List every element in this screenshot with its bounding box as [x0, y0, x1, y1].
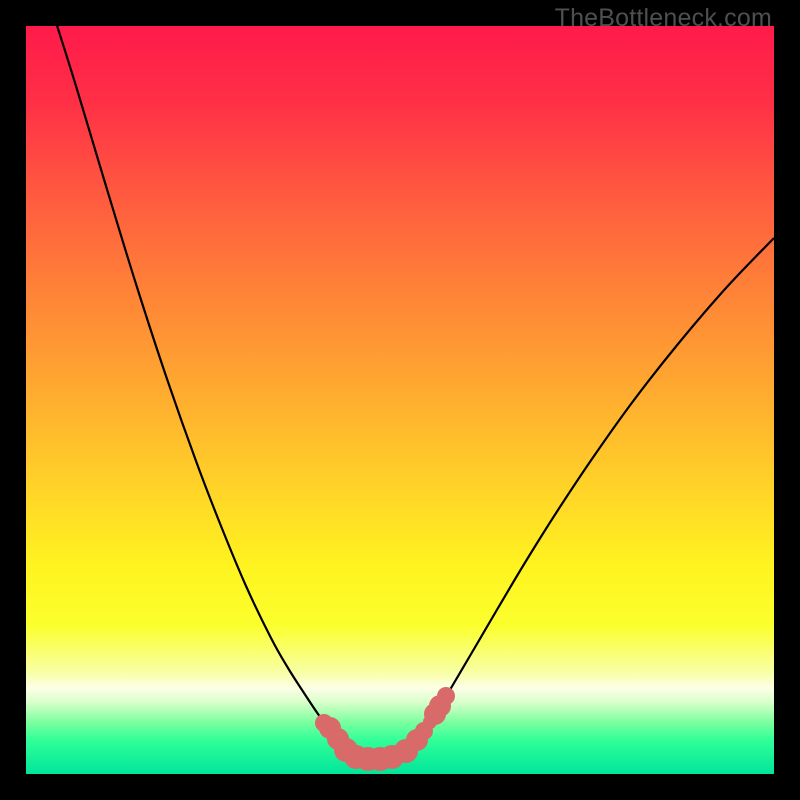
chart-svg	[26, 26, 774, 774]
curve-markers	[315, 687, 455, 771]
watermark-text: TheBottleneck.com	[555, 4, 772, 33]
plot-area	[26, 26, 774, 774]
curve-marker	[437, 687, 455, 705]
outer-frame: TheBottleneck.com	[0, 0, 800, 800]
bottleneck-curve	[54, 26, 774, 759]
